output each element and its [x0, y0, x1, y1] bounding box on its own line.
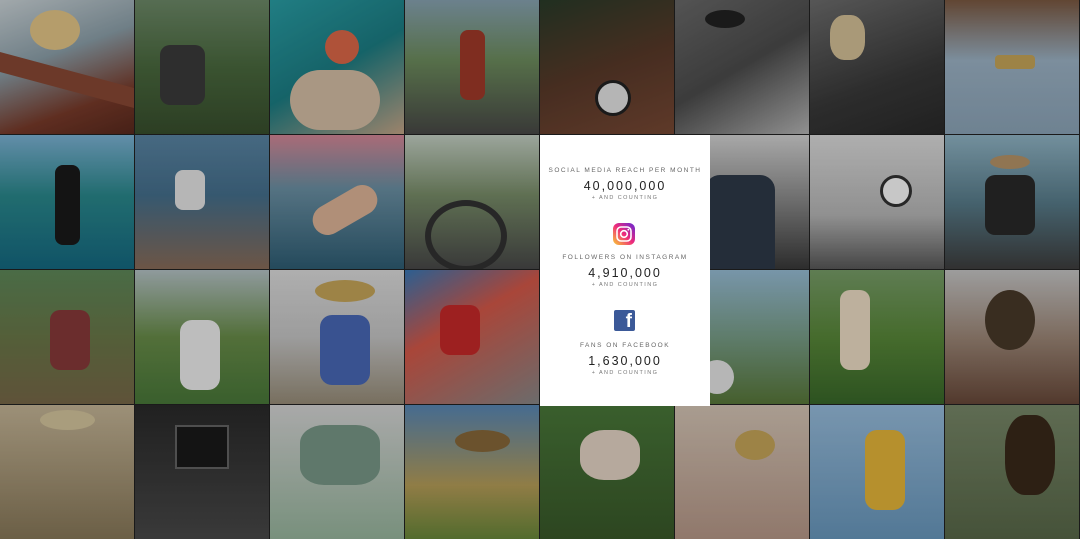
photo-tile: [405, 0, 539, 134]
instagram-label: FOLLOWERS ON INSTAGRAM: [562, 254, 688, 261]
photo-tile: [945, 0, 1079, 134]
facebook-block: FANS ON FACEBOOK 1,630,000 + AND COUNTIN…: [540, 342, 710, 376]
facebook-sub: + AND COUNTING: [591, 370, 659, 376]
photo-tile: [0, 0, 134, 134]
photo-tile: [810, 0, 944, 134]
photo-tile: [675, 0, 809, 134]
photo-tile: [405, 270, 539, 404]
photo-tile: [540, 405, 674, 539]
photo-tile: [270, 270, 404, 404]
photo-tile: [405, 405, 539, 539]
instagram-block: FOLLOWERS ON INSTAGRAM 4,910,000 + AND C…: [540, 254, 710, 288]
facebook-icon: f: [614, 310, 635, 332]
social-reach-sub: + AND COUNTING: [591, 195, 659, 201]
photo-tile: [270, 0, 404, 134]
instagram-value: 4,910,000: [588, 266, 662, 280]
instagram-icon: [613, 223, 635, 245]
photo-tile: [0, 270, 134, 404]
photo-tile: [810, 405, 944, 539]
facebook-label: FANS ON FACEBOOK: [579, 342, 671, 349]
photo-tile: [540, 0, 674, 134]
photo-tile: [0, 135, 134, 269]
photo-tile: [675, 405, 809, 539]
facebook-value: 1,630,000: [588, 354, 662, 368]
photo-tile: [945, 405, 1079, 539]
social-reach-label: SOCIAL MEDIA REACH PER MONTH: [548, 167, 702, 174]
photo-tile: [810, 135, 944, 269]
photo-tile: [810, 270, 944, 404]
photo-tile: [135, 270, 269, 404]
photo-tile: [135, 405, 269, 539]
social-reach-value: 40,000,000: [583, 179, 667, 193]
photo-tile: [270, 405, 404, 539]
photo-tile: [0, 405, 134, 539]
photo-tile: [405, 135, 539, 269]
facebook-glyph: f: [625, 311, 632, 332]
photo-tile: [945, 135, 1079, 269]
photo-grid: SOCIAL MEDIA REACH PER MONTH 40,000,000 …: [0, 0, 1080, 539]
photo-tile: [945, 270, 1079, 404]
instagram-sub: + AND COUNTING: [591, 282, 659, 288]
stats-card: SOCIAL MEDIA REACH PER MONTH 40,000,000 …: [540, 135, 710, 406]
photo-tile: [135, 0, 269, 134]
social-reach-block: SOCIAL MEDIA REACH PER MONTH 40,000,000 …: [540, 167, 710, 201]
photo-tile: [270, 135, 404, 269]
photo-tile: [135, 135, 269, 269]
